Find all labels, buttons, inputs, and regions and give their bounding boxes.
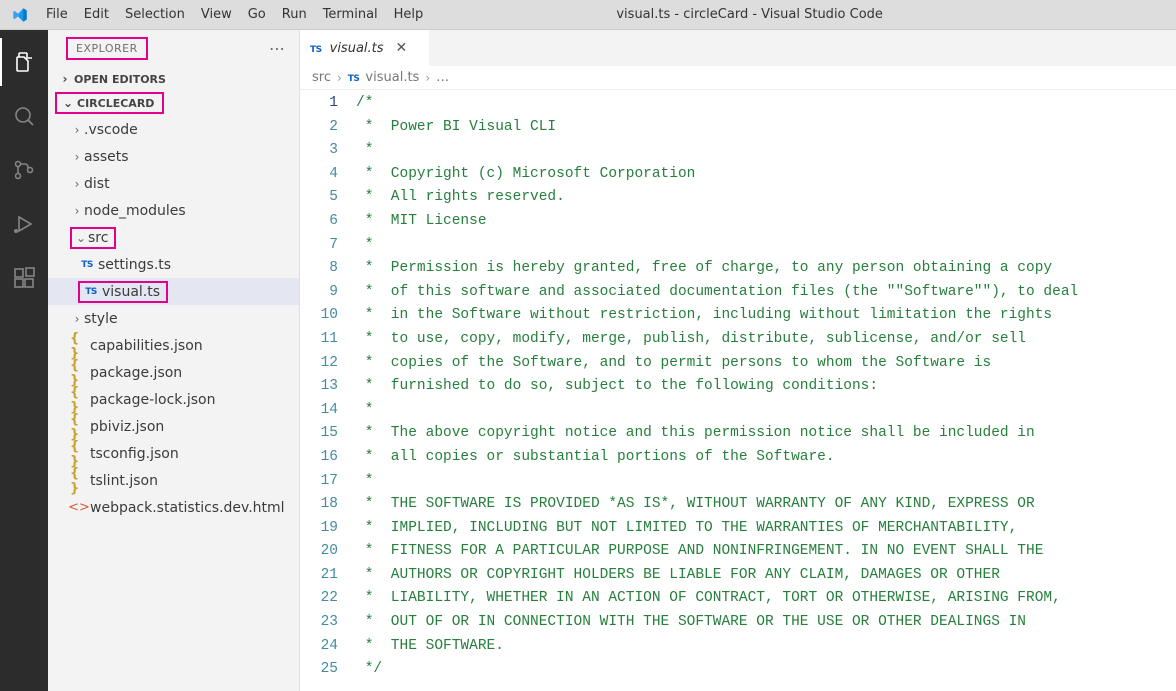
file-label: package.json bbox=[90, 365, 182, 381]
folder-label: .vscode bbox=[84, 122, 138, 138]
menu-terminal[interactable]: Terminal bbox=[315, 3, 386, 26]
sidebar: EXPLORER ⋯ › OPEN EDITORS ⌄ CIRCLECARD ›… bbox=[48, 30, 300, 691]
file-tree: ›.vscode ›assets ›dist ›node_modules ⌄sr… bbox=[48, 114, 299, 523]
menu-run[interactable]: Run bbox=[274, 3, 315, 26]
file-label: visual.ts bbox=[102, 284, 160, 300]
activity-bar bbox=[0, 30, 48, 691]
editor-area: TS visual.ts ✕ src › TS visual.ts › … 12… bbox=[300, 30, 1176, 691]
folder-label: style bbox=[84, 311, 118, 327]
line-number-gutter: 1234567891011121314151617181920212223242… bbox=[300, 90, 356, 691]
file-package-lock[interactable]: { }package-lock.json bbox=[48, 386, 299, 413]
chevron-right-icon: › bbox=[58, 72, 72, 86]
menu-go[interactable]: Go bbox=[240, 3, 274, 26]
file-settings-ts[interactable]: TSsettings.ts bbox=[48, 251, 299, 278]
file-label: settings.ts bbox=[98, 257, 171, 273]
code-content[interactable]: /* * Power BI Visual CLI * * Copyright (… bbox=[356, 90, 1176, 691]
sidebar-header: EXPLORER ⋯ bbox=[48, 30, 299, 66]
file-tsconfig[interactable]: { }tsconfig.json bbox=[48, 440, 299, 467]
json-file-icon: { } bbox=[70, 358, 88, 388]
menu-edit[interactable]: Edit bbox=[76, 3, 117, 26]
folder-assets[interactable]: ›assets bbox=[48, 143, 299, 170]
breadcrumb-tail[interactable]: … bbox=[436, 70, 449, 85]
ts-file-icon: TS bbox=[348, 70, 360, 85]
activity-debug-icon[interactable] bbox=[0, 200, 48, 248]
breadcrumb-file[interactable]: visual.ts bbox=[365, 70, 419, 85]
chevron-down-icon: ⌄ bbox=[74, 231, 88, 245]
folder-label: src bbox=[88, 230, 108, 246]
file-label: pbiviz.json bbox=[90, 419, 164, 435]
folder-dist[interactable]: ›dist bbox=[48, 170, 299, 197]
chevron-down-icon: ⌄ bbox=[61, 96, 75, 110]
close-icon[interactable]: ✕ bbox=[396, 40, 408, 56]
folder-label: dist bbox=[84, 176, 110, 192]
file-label: package-lock.json bbox=[90, 392, 216, 408]
menu-help[interactable]: Help bbox=[386, 3, 432, 26]
ts-file-icon: TS bbox=[78, 260, 96, 270]
chevron-right-icon: › bbox=[70, 204, 84, 218]
html-file-icon: <> bbox=[70, 500, 88, 515]
file-webpack-html[interactable]: <>webpack.statistics.dev.html bbox=[48, 494, 299, 521]
chevron-right-icon: › bbox=[70, 123, 84, 137]
tab-row: TS visual.ts ✕ bbox=[300, 30, 1176, 66]
folder-node-modules[interactable]: ›node_modules bbox=[48, 197, 299, 224]
file-tslint[interactable]: { }tslint.json bbox=[48, 467, 299, 494]
file-label: capabilities.json bbox=[90, 338, 203, 354]
tab-label: visual.ts bbox=[330, 41, 384, 56]
file-package[interactable]: { }package.json bbox=[48, 359, 299, 386]
file-label: webpack.statistics.dev.html bbox=[90, 500, 285, 516]
explorer-title: EXPLORER bbox=[76, 42, 138, 55]
json-file-icon: { } bbox=[70, 331, 88, 361]
file-pbiviz[interactable]: { }pbiviz.json bbox=[48, 413, 299, 440]
file-capabilities[interactable]: { }capabilities.json bbox=[48, 332, 299, 359]
json-file-icon: { } bbox=[70, 412, 88, 442]
menu-items: File Edit Selection View Go Run Terminal… bbox=[38, 3, 431, 26]
chevron-right-icon: › bbox=[70, 177, 84, 191]
activity-search-icon[interactable] bbox=[0, 92, 48, 140]
menubar: File Edit Selection View Go Run Terminal… bbox=[0, 0, 1176, 30]
window-title: visual.ts - circleCard - Visual Studio C… bbox=[431, 7, 1168, 22]
folder-vscode[interactable]: ›.vscode bbox=[48, 116, 299, 143]
ts-file-icon: TS bbox=[310, 41, 322, 56]
activity-explorer-icon[interactable] bbox=[0, 38, 48, 86]
vscode-logo-icon bbox=[12, 7, 28, 23]
folder-style[interactable]: ›style bbox=[48, 305, 299, 332]
explorer-title-highlight: EXPLORER bbox=[66, 37, 148, 60]
chevron-right-icon: › bbox=[70, 150, 84, 164]
file-label: tsconfig.json bbox=[90, 446, 179, 462]
chevron-right-icon: › bbox=[337, 71, 342, 85]
folder-label: node_modules bbox=[84, 203, 186, 219]
menu-view[interactable]: View bbox=[193, 3, 240, 26]
open-editors-label: OPEN EDITORS bbox=[74, 73, 166, 86]
folder-src-highlight[interactable]: ⌄src bbox=[48, 224, 299, 251]
open-editors-section[interactable]: › OPEN EDITORS bbox=[48, 66, 299, 92]
ts-file-icon: TS bbox=[82, 287, 100, 297]
activity-source-control-icon[interactable] bbox=[0, 146, 48, 194]
file-label: tslint.json bbox=[90, 473, 158, 489]
tab-visual-ts[interactable]: TS visual.ts ✕ bbox=[300, 30, 430, 66]
project-label: CIRCLECARD bbox=[77, 97, 154, 110]
code-editor[interactable]: 1234567891011121314151617181920212223242… bbox=[300, 90, 1176, 691]
folder-label: assets bbox=[84, 149, 129, 165]
file-visual-ts-highlight[interactable]: TSvisual.ts bbox=[48, 278, 299, 305]
chevron-right-icon: › bbox=[70, 312, 84, 326]
menu-selection[interactable]: Selection bbox=[117, 3, 193, 26]
breadcrumbs[interactable]: src › TS visual.ts › … bbox=[300, 66, 1176, 90]
json-file-icon: { } bbox=[70, 466, 88, 496]
chevron-right-icon: › bbox=[425, 71, 430, 85]
json-file-icon: { } bbox=[70, 439, 88, 469]
menu-file[interactable]: File bbox=[38, 3, 76, 26]
json-file-icon: { } bbox=[70, 385, 88, 415]
project-section-highlight[interactable]: ⌄ CIRCLECARD bbox=[55, 92, 164, 114]
sidebar-more-icon[interactable]: ⋯ bbox=[265, 39, 289, 58]
activity-extensions-icon[interactable] bbox=[0, 254, 48, 302]
breadcrumb-src[interactable]: src bbox=[312, 70, 331, 85]
